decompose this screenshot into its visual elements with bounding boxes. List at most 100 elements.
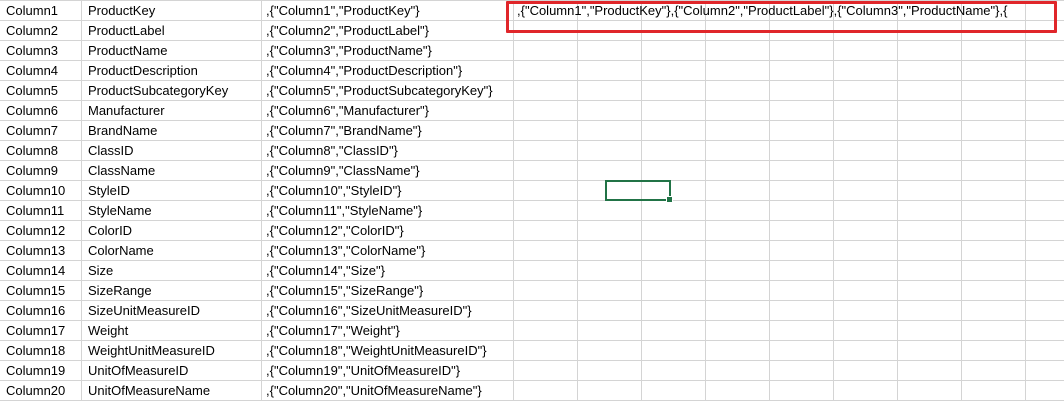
cell-column-c[interactable]: ,{"Column1","ProductKey"} — [262, 1, 514, 21]
empty-cell[interactable] — [962, 241, 1026, 261]
empty-cell[interactable] — [962, 121, 1026, 141]
spreadsheet-grid[interactable]: Column20 UnitOfMeasureName ,{"Column20","U… — [0, 0, 1064, 405]
empty-cell[interactable] — [706, 341, 770, 361]
empty-cell[interactable] — [706, 221, 770, 241]
cell-column-b[interactable]: SizeRange — [82, 281, 262, 301]
empty-cell[interactable] — [578, 321, 642, 341]
empty-cell[interactable] — [642, 381, 706, 401]
empty-cell[interactable] — [898, 61, 962, 81]
cell-column-b[interactable]: WeightUnitMeasureID — [82, 341, 262, 361]
empty-cell[interactable] — [834, 141, 898, 161]
empty-cell[interactable] — [706, 41, 770, 61]
empty-cell[interactable] — [642, 161, 706, 181]
cell-column-c[interactable]: ,{"Column18","WeightUnitMeasureID"} — [262, 341, 514, 361]
empty-cell[interactable] — [834, 61, 898, 81]
cell-column-b[interactable]: ProductDescription — [82, 61, 262, 81]
empty-cell[interactable] — [770, 81, 834, 101]
cell-column-b[interactable]: BrandName — [82, 121, 262, 141]
empty-cell[interactable] — [514, 281, 578, 301]
empty-cell[interactable] — [514, 181, 578, 201]
cell-column-a[interactable]: Column15 — [0, 281, 82, 301]
cell-column-a[interactable]: Column4 — [0, 61, 82, 81]
empty-cell[interactable] — [642, 341, 706, 361]
cell-column-c[interactable]: ,{"Column17","Weight"} — [262, 321, 514, 341]
empty-cell[interactable] — [1026, 241, 1064, 261]
cell-column-c[interactable]: ,{"Column11","StyleName"} — [262, 201, 514, 221]
cell-column-c[interactable]: ,{"Column14","Size"} — [262, 261, 514, 281]
empty-cell[interactable] — [834, 221, 898, 241]
empty-cell[interactable] — [642, 121, 706, 141]
empty-cell[interactable] — [578, 221, 642, 241]
cell-column-a[interactable]: Column3 — [0, 41, 82, 61]
empty-cell[interactable] — [514, 61, 578, 81]
empty-cell[interactable] — [962, 101, 1026, 121]
empty-cell[interactable] — [642, 101, 706, 121]
empty-cell[interactable] — [578, 301, 642, 321]
empty-cell[interactable] — [962, 341, 1026, 361]
empty-cell[interactable] — [706, 321, 770, 341]
empty-cell[interactable] — [834, 81, 898, 101]
empty-cell[interactable] — [514, 141, 578, 161]
cell-column-a[interactable]: Column16 — [0, 301, 82, 321]
empty-cell[interactable] — [898, 201, 962, 221]
empty-cell[interactable] — [642, 361, 706, 381]
empty-cell[interactable] — [706, 281, 770, 301]
empty-cell[interactable] — [706, 301, 770, 321]
empty-cell[interactable] — [1026, 181, 1064, 201]
cell-column-c[interactable]: ,{"Column12","ColorID"} — [262, 221, 514, 241]
empty-cell[interactable] — [770, 341, 834, 361]
empty-cell[interactable] — [706, 241, 770, 261]
empty-cell[interactable] — [962, 141, 1026, 161]
empty-cell[interactable] — [578, 361, 642, 381]
empty-cell[interactable] — [770, 281, 834, 301]
empty-cell[interactable] — [834, 361, 898, 381]
empty-cell[interactable] — [706, 181, 770, 201]
cell-column-a[interactable]: Column17 — [0, 321, 82, 341]
cell-column-b[interactable]: ProductSubcategoryKey — [82, 81, 262, 101]
cell-column-a[interactable]: Column12 — [0, 221, 82, 241]
empty-cell[interactable] — [578, 261, 642, 281]
empty-cell[interactable] — [770, 181, 834, 201]
empty-cell[interactable] — [706, 161, 770, 181]
fill-handle[interactable] — [666, 196, 673, 203]
empty-cell[interactable] — [1026, 101, 1064, 121]
empty-cell[interactable] — [514, 201, 578, 221]
empty-cell[interactable] — [1026, 201, 1064, 221]
empty-cell[interactable] — [898, 241, 962, 261]
cell-column-b[interactable]: UnitOfMeasureID — [82, 361, 262, 381]
empty-cell[interactable] — [962, 321, 1026, 341]
cell-column-c[interactable]: ,{"Column2","ProductLabel"} — [262, 21, 514, 41]
empty-cell[interactable] — [1026, 341, 1064, 361]
cell-column-c[interactable]: ,{"Column5","ProductSubcategoryKey"} — [262, 81, 514, 101]
cell-column-b[interactable]: ProductName — [82, 41, 262, 61]
empty-cell[interactable] — [770, 141, 834, 161]
empty-cell[interactable] — [770, 61, 834, 81]
empty-cell[interactable] — [514, 221, 578, 241]
empty-cell[interactable] — [578, 241, 642, 261]
cell-column-a[interactable]: Column6 — [0, 101, 82, 121]
empty-cell[interactable] — [642, 221, 706, 241]
empty-cell[interactable] — [898, 361, 962, 381]
empty-cell[interactable] — [770, 261, 834, 281]
empty-cell[interactable] — [962, 81, 1026, 101]
empty-cell[interactable] — [962, 61, 1026, 81]
cell-column-a[interactable]: Column11 — [0, 201, 82, 221]
cell-column-c[interactable]: ,{"Column8","ClassID"} — [262, 141, 514, 161]
empty-cell[interactable] — [1026, 61, 1064, 81]
empty-cell[interactable] — [898, 321, 962, 341]
empty-cell[interactable] — [514, 161, 578, 181]
empty-cell[interactable] — [1026, 81, 1064, 101]
empty-cell[interactable] — [706, 101, 770, 121]
empty-cell[interactable] — [834, 341, 898, 361]
empty-cell[interactable] — [834, 261, 898, 281]
cell-column-a[interactable]: Column1 — [0, 1, 82, 21]
cell-column-c[interactable]: ,{"Column20","UnitOfMeasureName"} — [262, 381, 514, 401]
empty-cell[interactable] — [706, 81, 770, 101]
empty-cell[interactable] — [834, 201, 898, 221]
empty-cell[interactable] — [706, 61, 770, 81]
cell-column-a[interactable]: Column9 — [0, 161, 82, 181]
cell-column-b[interactable]: ProductLabel — [82, 21, 262, 41]
cell-column-a[interactable]: Column10 — [0, 181, 82, 201]
empty-cell[interactable] — [834, 41, 898, 61]
cell-column-a[interactable]: Column14 — [0, 261, 82, 281]
